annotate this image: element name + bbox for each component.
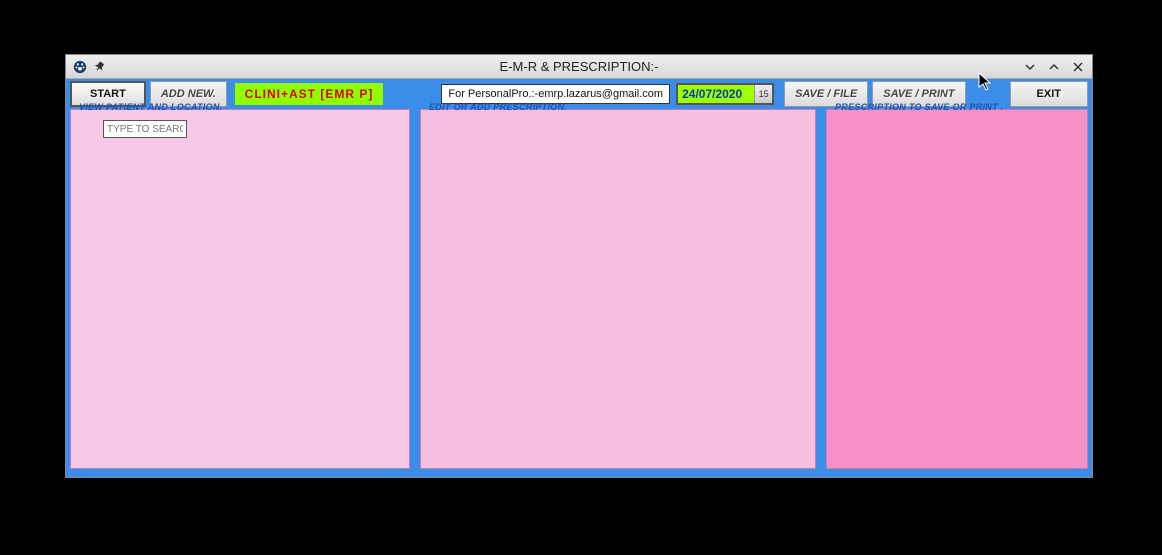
panel-view-patient: VIEW PATIENT AND LOCATION. xyxy=(70,109,410,469)
brand-badge: CLINI+AST [EMR P] xyxy=(235,83,384,105)
date-box: 15 xyxy=(676,83,774,105)
close-icon[interactable] xyxy=(1068,58,1088,76)
license-label: For PersonalPro.:-emrp.lazarus@gmail.com xyxy=(441,84,670,104)
date-picker-button[interactable]: 15 xyxy=(754,85,772,103)
panel-mid-title: EDIT OR ADD PRESCRIPTION. xyxy=(427,102,569,112)
exit-button[interactable]: EXIT xyxy=(1010,81,1088,107)
search-input[interactable] xyxy=(103,120,187,138)
app-window: E-M-R & PRESCRIPTION:- START ADD NEW. CL… xyxy=(65,54,1093,478)
window-controls xyxy=(1020,58,1088,76)
titlebar-left xyxy=(66,59,108,75)
app-paw-icon xyxy=(72,59,88,75)
window-title: E-M-R & PRESCRIPTION:- xyxy=(500,59,659,74)
maximize-icon[interactable] xyxy=(1044,58,1064,76)
panel-edit-prescription: EDIT OR ADD PRESCRIPTION. xyxy=(420,109,816,469)
panel-right-title: PRESCRIPTION TO SAVE OR PRINT . xyxy=(833,102,1006,112)
panel-save-print: PRESCRIPTION TO SAVE OR PRINT . xyxy=(826,109,1088,469)
titlebar: E-M-R & PRESCRIPTION:- xyxy=(66,55,1092,79)
panels-container: VIEW PATIENT AND LOCATION. EDIT OR ADD P… xyxy=(66,109,1092,477)
minimize-icon[interactable] xyxy=(1020,58,1040,76)
pin-icon[interactable] xyxy=(94,60,108,74)
panel-left-title: VIEW PATIENT AND LOCATION. xyxy=(77,102,224,112)
date-input[interactable] xyxy=(678,85,754,103)
